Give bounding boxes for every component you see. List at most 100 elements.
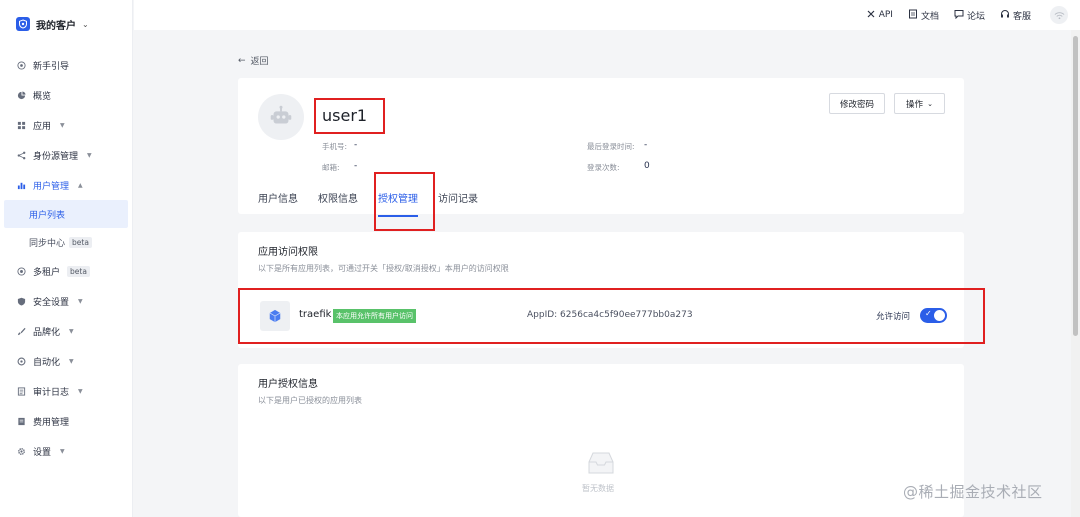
api-label: API — [878, 10, 893, 20]
tab-user-info[interactable]: 用户信息 — [258, 186, 298, 209]
toggle-knob — [934, 310, 945, 321]
sidebar-item-label: 同步中心 — [29, 238, 66, 249]
shield-icon — [16, 296, 26, 306]
sidebar-item-sync-center[interactable]: 同步中心 beta — [0, 228, 132, 256]
forum-label: 论坛 — [966, 11, 985, 22]
sidebar: 我的客户 ⌄ 新手引导 概览 应用 ▼ 身份源管理 ▼ 用户管理 ▲ 用户列表 — [0, 0, 133, 517]
scrollbar-thumb[interactable] — [1073, 36, 1078, 336]
tenant-name: 我的客户 — [36, 20, 76, 32]
log-icon — [16, 386, 26, 396]
sidebar-item-user-management[interactable]: 用户管理 ▲ — [0, 170, 132, 200]
billing-icon — [16, 416, 26, 426]
sidebar-item-label: 设置 — [33, 447, 52, 458]
share-icon — [16, 150, 26, 160]
forum-link[interactable]: 论坛 — [954, 9, 985, 22]
allow-access-label: 允许访问 — [876, 312, 911, 322]
last-login-label: 最后登录时间: — [587, 142, 635, 151]
highlight-box — [314, 98, 385, 134]
sidebar-item-label: 安全设置 — [33, 297, 70, 308]
sidebar-item-guide[interactable]: 新手引导 — [0, 50, 132, 80]
sidebar-item-label: 自动化 — [33, 357, 61, 368]
api-icon — [866, 9, 876, 22]
automation-icon — [16, 356, 26, 366]
sidebar-item-label: 品牌化 — [33, 327, 61, 338]
app-id: AppID: 6256ca4c5f90ee777bb0a273 — [527, 310, 693, 320]
sidebar-item-security[interactable]: 安全设置 ▼ — [0, 286, 132, 316]
tab-access-log[interactable]: 访问记录 — [438, 186, 478, 209]
sidebar-item-label: 费用管理 — [33, 417, 70, 428]
allow-access-toggle[interactable]: ✓ — [920, 308, 947, 323]
actions-dropdown-button[interactable]: 操作 ⌄ — [894, 93, 945, 114]
users-icon — [16, 180, 26, 190]
empty-state-text: 暂无数据 — [582, 484, 614, 493]
headset-icon — [1000, 9, 1010, 22]
login-count-value: 0 — [644, 161, 650, 171]
sidebar-item-user-list[interactable]: 用户列表 — [4, 200, 128, 228]
tenant-switcher[interactable]: 我的客户 ⌄ — [0, 0, 132, 48]
app-row: traefik 本应用允许所有用户访问 AppID: 6256ca4c5f90e… — [238, 288, 985, 344]
chevron-down-icon: ▼ — [60, 121, 65, 129]
section-description: 以下是用户已授权的应用列表 — [258, 396, 362, 405]
sidebar-item-label: 身份源管理 — [33, 151, 79, 162]
user-profile-card: user1 手机号: - 邮箱: - 最后登录时间: - 登录次数: 0 修改密… — [238, 78, 964, 231]
sidebar-item-label: 多租户 — [33, 267, 61, 278]
sidebar-item-label: 应用 — [33, 121, 52, 132]
beta-badge: beta — [69, 236, 92, 248]
chevron-down-icon: ▼ — [78, 297, 83, 305]
sidebar-item-settings[interactable]: 设置 ▼ — [0, 436, 132, 466]
docs-label: 文档 — [920, 11, 939, 22]
top-bar: API 文档 论坛 客服 — [134, 0, 1080, 30]
sidebar-item-audit-log[interactable]: 审计日志 ▼ — [0, 376, 132, 406]
sidebar-item-overview[interactable]: 概览 — [0, 80, 132, 110]
user-auth-card: 用户授权信息 以下是用户已授权的应用列表 暂无数据 — [238, 364, 964, 517]
tenant-icon — [16, 266, 26, 276]
user-avatar — [258, 94, 304, 140]
last-login-value: - — [644, 140, 648, 150]
pie-chart-icon — [16, 90, 26, 100]
sidebar-item-billing[interactable]: 费用管理 — [0, 406, 132, 436]
check-icon: ✓ — [925, 309, 932, 318]
change-password-button[interactable]: 修改密码 — [829, 93, 885, 114]
apps-icon — [16, 120, 26, 130]
sidebar-item-identity-sources[interactable]: 身份源管理 ▼ — [0, 140, 132, 170]
sidebar-item-branding[interactable]: 品牌化 ▼ — [0, 316, 132, 346]
watermark: @稀土掘金技术社区 — [903, 483, 1043, 501]
phone-label: 手机号: — [322, 142, 348, 151]
empty-inbox-icon — [588, 452, 614, 474]
chat-icon — [954, 9, 964, 22]
app-icon — [260, 301, 290, 331]
change-password-label: 修改密码 — [839, 99, 874, 110]
phone-value: - — [354, 140, 358, 150]
sidebar-item-apps[interactable]: 应用 ▼ — [0, 110, 132, 140]
document-icon — [908, 9, 918, 22]
api-link[interactable]: API — [866, 9, 893, 22]
chevron-down-icon: ⌄ — [927, 99, 933, 108]
docs-link[interactable]: 文档 — [908, 9, 939, 22]
sidebar-nav: 新手引导 概览 应用 ▼ 身份源管理 ▼ 用户管理 ▲ 用户列表 同步中心 be… — [0, 50, 132, 466]
page-scrollbar[interactable] — [1071, 30, 1080, 517]
chevron-down-icon: ⌄ — [82, 19, 89, 29]
back-label: 返回 — [250, 57, 269, 67]
tab-permissions[interactable]: 权限信息 — [318, 186, 358, 209]
section-title: 用户授权信息 — [258, 379, 318, 390]
support-link[interactable]: 客服 — [1000, 9, 1031, 22]
app-name: traefik — [299, 309, 332, 320]
email-value: - — [354, 161, 358, 171]
gear-icon — [16, 446, 26, 456]
shield-logo-icon — [16, 17, 30, 31]
chevron-down-icon: ▼ — [69, 357, 74, 365]
highlight-box — [374, 172, 435, 231]
chevron-down-icon: ▼ — [60, 447, 65, 455]
account-avatar[interactable] — [1050, 6, 1068, 24]
sidebar-item-label: 概览 — [33, 91, 52, 102]
support-label: 客服 — [1012, 11, 1031, 22]
sidebar-item-automation[interactable]: 自动化 ▼ — [0, 346, 132, 376]
back-link[interactable]: ← 返回 — [238, 54, 269, 68]
chevron-down-icon: ▼ — [78, 387, 83, 395]
app-tag: 本应用允许所有用户访问 — [333, 309, 416, 323]
compass-icon — [16, 60, 26, 70]
beta-badge: beta — [67, 265, 90, 277]
actions-label: 操作 — [906, 99, 924, 110]
chevron-up-icon: ▲ — [78, 181, 83, 189]
sidebar-item-multi-tenant[interactable]: 多租户 beta — [0, 256, 132, 286]
